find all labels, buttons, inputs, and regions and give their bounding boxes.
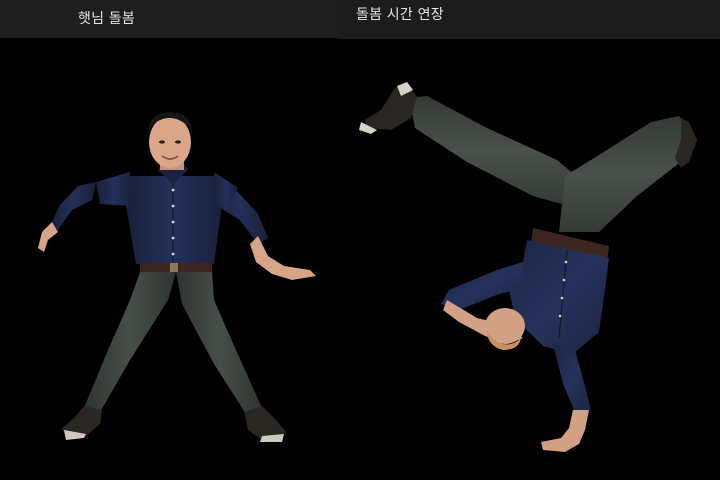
handstand-man-figure <box>359 82 697 452</box>
shoes <box>62 406 286 442</box>
head-right <box>485 308 525 350</box>
side-leg <box>559 116 693 232</box>
torso <box>96 164 238 264</box>
right-panel: 돌봄 시간 연장 <box>337 0 720 480</box>
left-arm <box>38 182 96 252</box>
torso-right <box>509 240 609 354</box>
left-panel: 햇님 돌봄 <box>0 0 337 480</box>
standing-man-figure <box>38 112 316 442</box>
raised-leg <box>409 96 583 206</box>
support-arm <box>541 344 591 452</box>
legs <box>84 272 262 414</box>
head <box>148 112 192 170</box>
image-stage: 햇님 돌봄 돌봄 시간 연장 <box>0 0 720 480</box>
